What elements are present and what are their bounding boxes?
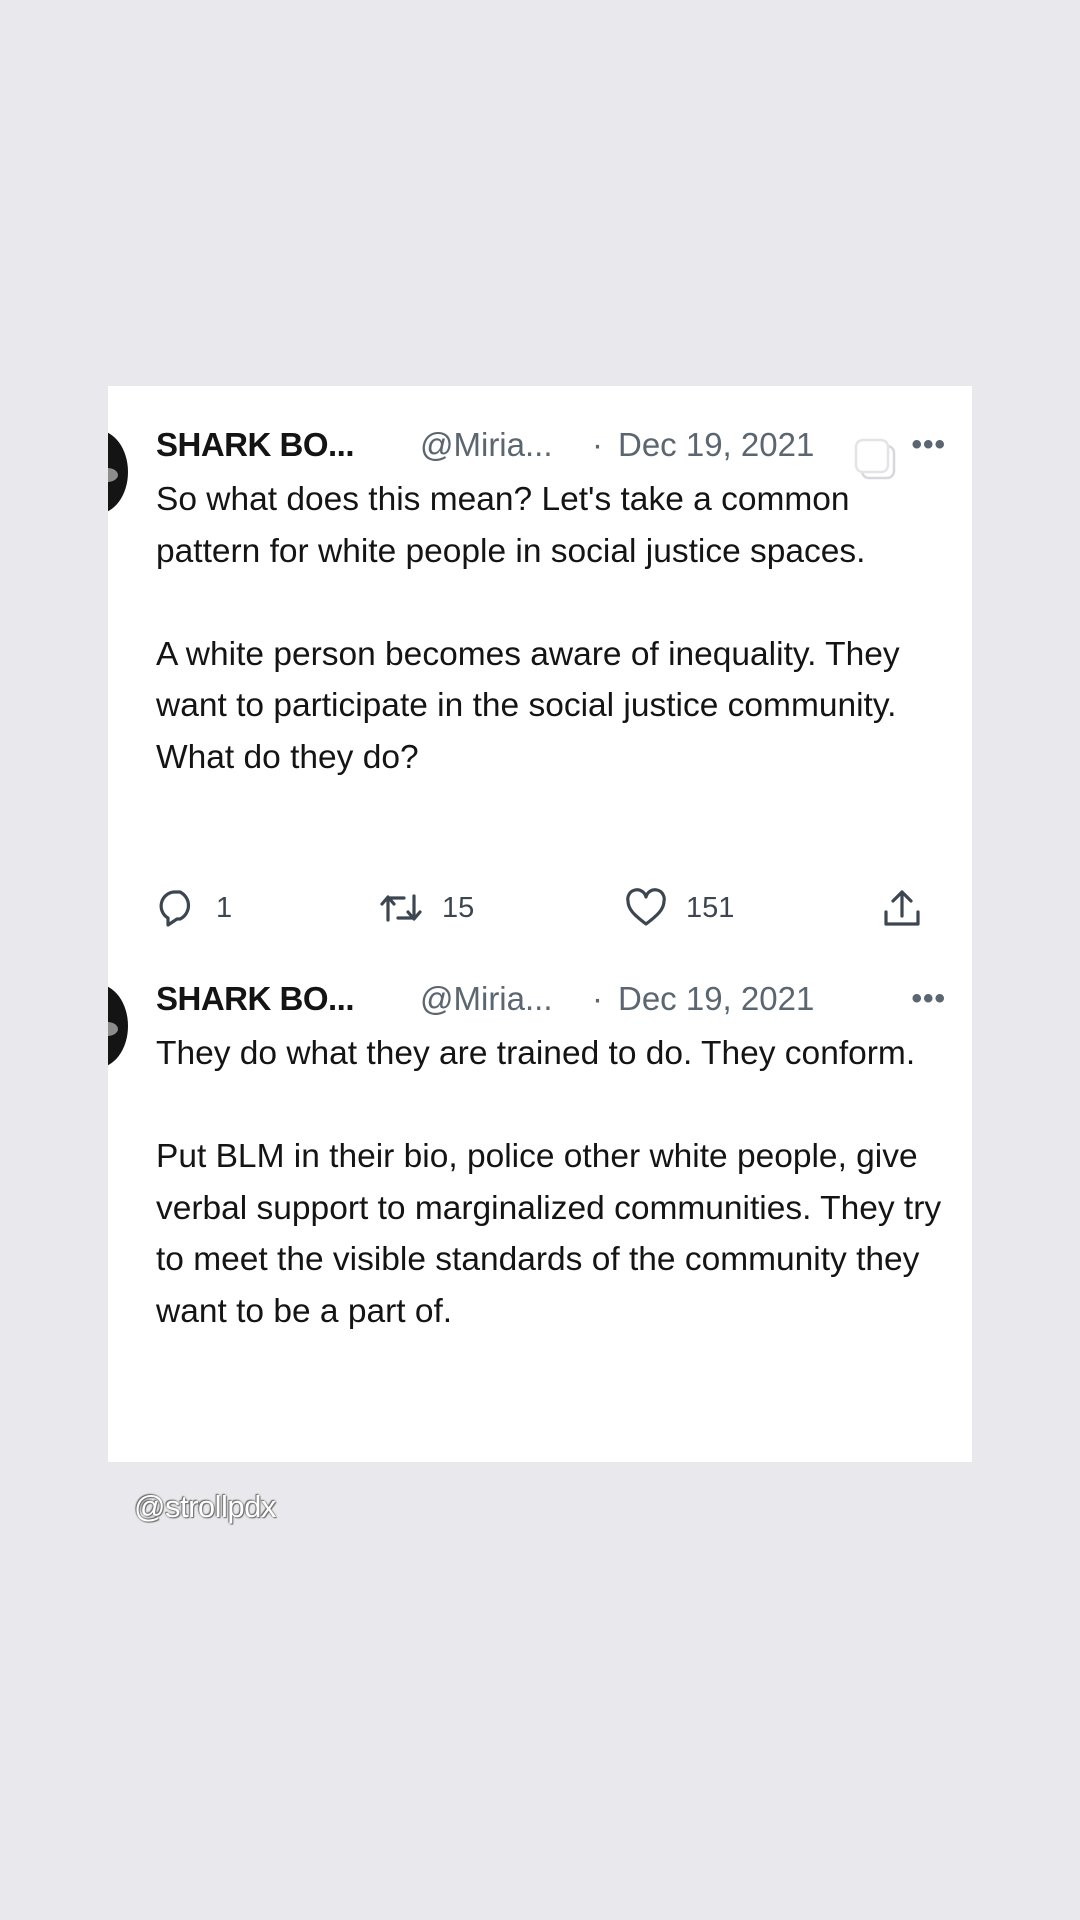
- author-name[interactable]: SHARK BO...: [156, 980, 355, 1017]
- avatar[interactable]: [108, 984, 128, 1068]
- tweet-paragraph: Put BLM in their bio, police other white…: [156, 1138, 942, 1330]
- reply-button[interactable]: 1: [156, 884, 232, 932]
- reply-icon: [156, 888, 198, 928]
- tweet-text: So what does this mean? Let's take a com…: [156, 474, 946, 783]
- separator-dot: ·: [592, 980, 603, 1017]
- avatar[interactable]: [108, 430, 128, 514]
- more-icon[interactable]: •••: [911, 422, 946, 468]
- tweet-date[interactable]: Dec 19, 2021: [618, 976, 814, 1022]
- tweet-actions: 1 15 151: [156, 884, 946, 932]
- more-icon[interactable]: •••: [911, 976, 946, 1022]
- tweet-text: They do what they are trained to do. The…: [156, 1028, 946, 1337]
- tweet-date[interactable]: Dec 19, 2021: [618, 422, 814, 468]
- tweet-paragraph: A white person becomes aware of inequali…: [156, 635, 900, 776]
- like-button[interactable]: 151: [624, 884, 734, 932]
- retweet-icon: [378, 888, 424, 928]
- author-name[interactable]: SHARK BO...: [156, 426, 355, 463]
- retweet-button[interactable]: 15: [378, 884, 474, 932]
- share-button[interactable]: [880, 884, 924, 932]
- tweet-paragraph: They do what they are trained to do. The…: [156, 1035, 916, 1072]
- copy-icon[interactable]: [852, 436, 898, 482]
- share-icon: [880, 886, 924, 930]
- author-handle[interactable]: @Miria...: [420, 976, 553, 1022]
- heart-icon: [624, 888, 668, 928]
- watermark: @strollpdx: [134, 1489, 276, 1524]
- tweet-paragraph: So what does this mean? Let's take a com…: [156, 481, 866, 570]
- separator-dot: ·: [592, 426, 603, 463]
- reply-count: 1: [216, 891, 233, 924]
- like-count: 151: [686, 891, 735, 924]
- author-handle[interactable]: @Miria...: [420, 422, 553, 468]
- tweet-header: SHARK BO... @Miria... · Dec 19, 2021 •••: [156, 422, 946, 468]
- screenshot-card: SHARK BO... @Miria... · Dec 19, 2021 •••…: [108, 386, 972, 1462]
- retweet-count: 15: [442, 891, 475, 924]
- tweet-header: SHARK BO... @Miria... · Dec 19, 2021 •••: [156, 976, 946, 1022]
